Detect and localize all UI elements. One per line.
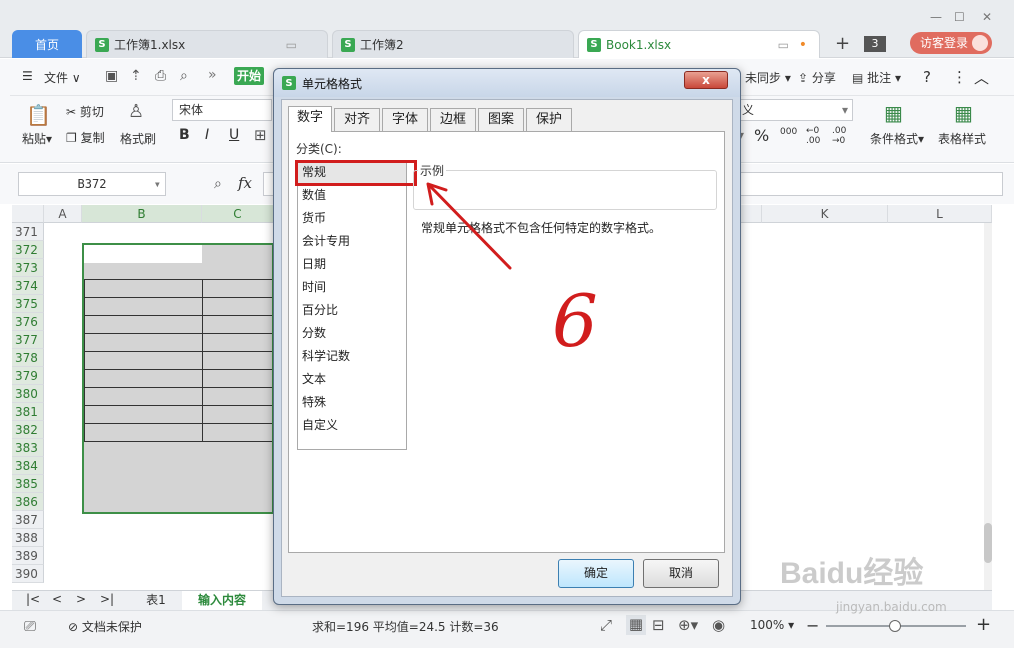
handwritten-six: 6: [552, 279, 598, 363]
annotation-arrow-icon: [428, 184, 512, 270]
tab-number[interactable]: 数字: [288, 106, 332, 132]
tab-number-label: 数字: [296, 110, 323, 125]
annotation-layer: 6: [426, 182, 598, 363]
